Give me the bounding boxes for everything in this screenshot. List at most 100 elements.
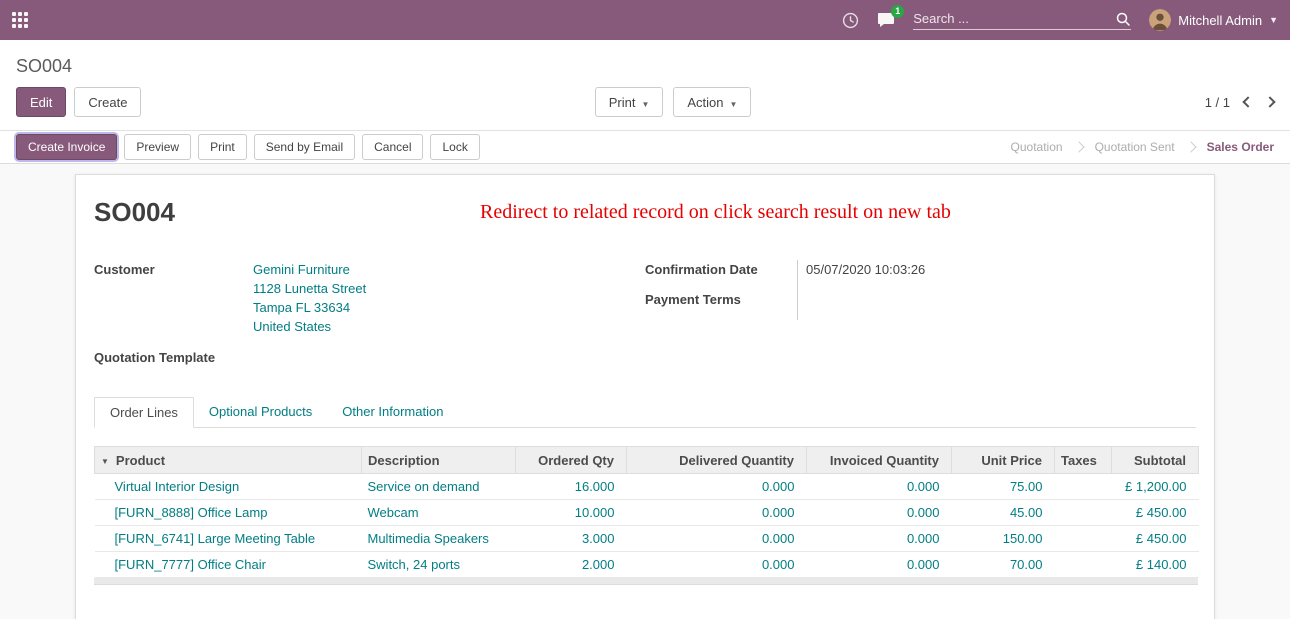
user-menu[interactable]: Mitchell Admin ▼ bbox=[1149, 9, 1278, 31]
cell-ordered-qty[interactable]: 16.000 bbox=[516, 474, 627, 500]
edit-button[interactable]: Edit bbox=[16, 87, 66, 117]
notebook-tabs: Order LinesOptional ProductsOther Inform… bbox=[94, 397, 1196, 428]
cell-unit-price[interactable]: 70.00 bbox=[952, 552, 1055, 578]
status-quotation[interactable]: Quotation bbox=[1011, 140, 1063, 154]
order-line-row[interactable]: [FURN_8888] Office LampWebcam10.0000.000… bbox=[95, 500, 1199, 526]
cell-taxes[interactable] bbox=[1055, 474, 1112, 500]
search-input[interactable] bbox=[913, 11, 1115, 26]
navbar-search bbox=[913, 11, 1131, 30]
cell-subtotal[interactable]: £ 1,200.00 bbox=[1112, 474, 1199, 500]
status-sales-order[interactable]: Sales Order bbox=[1207, 140, 1274, 154]
customer-address-line[interactable]: Tampa FL 33634 bbox=[253, 298, 645, 317]
customer-field-row: Customer Gemini Furniture1128 Lunetta St… bbox=[94, 260, 645, 336]
column-header-subtotal[interactable]: Subtotal bbox=[1112, 447, 1199, 474]
tab-order-lines[interactable]: Order Lines bbox=[94, 397, 194, 428]
cell-subtotal[interactable]: £ 140.00 bbox=[1112, 552, 1199, 578]
statusbar-preview-button[interactable]: Preview bbox=[124, 134, 191, 160]
cell-taxes[interactable] bbox=[1055, 552, 1112, 578]
column-header-invoiced-quantity[interactable]: Invoiced Quantity bbox=[807, 447, 952, 474]
pager-value: 1 / 1 bbox=[1205, 95, 1230, 110]
record-title: SO004 bbox=[94, 197, 175, 228]
control-panel: Edit Create Print ▼ Action▼ 1 / 1 bbox=[0, 87, 1290, 117]
customer-address-line[interactable]: United States bbox=[253, 317, 645, 336]
cell-delivered-quantity[interactable]: 0.000 bbox=[627, 500, 807, 526]
table-footer-strip bbox=[94, 578, 1198, 585]
cell-subtotal[interactable]: £ 450.00 bbox=[1112, 526, 1199, 552]
chevron-down-icon: ▼ bbox=[1269, 15, 1278, 25]
avatar bbox=[1149, 9, 1171, 31]
cell-description[interactable]: Switch, 24 ports bbox=[362, 552, 516, 578]
cell-taxes[interactable] bbox=[1055, 500, 1112, 526]
cell-unit-price[interactable]: 45.00 bbox=[952, 500, 1055, 526]
cell-taxes[interactable] bbox=[1055, 526, 1112, 552]
cell-product[interactable]: [FURN_8888] Office Lamp bbox=[95, 500, 362, 526]
action-dropdown[interactable]: Action▼ bbox=[673, 87, 751, 117]
cell-ordered-qty[interactable]: 3.000 bbox=[516, 526, 627, 552]
activities-clock-icon[interactable] bbox=[842, 12, 859, 29]
statusbar-create-invoice-button[interactable]: Create Invoice bbox=[16, 134, 117, 160]
cp-left-buttons: Edit Create bbox=[16, 87, 141, 117]
chevron-down-icon: ▼ bbox=[641, 100, 649, 109]
statusbar-buttons: Create Invoice Preview Print Send by Email C… bbox=[16, 134, 480, 160]
cell-delivered-quantity[interactable]: 0.000 bbox=[627, 526, 807, 552]
cell-delivered-quantity[interactable]: 0.000 bbox=[627, 474, 807, 500]
breadcrumb-row: SO004 bbox=[0, 40, 1290, 77]
order-line-row[interactable]: [FURN_7777] Office ChairSwitch, 24 ports… bbox=[95, 552, 1199, 578]
cell-invoiced-quantity[interactable]: 0.000 bbox=[807, 526, 952, 552]
order-line-row[interactable]: Virtual Interior DesignService on demand… bbox=[95, 474, 1199, 500]
print-dropdown-label: Print bbox=[609, 95, 636, 110]
cell-invoiced-quantity[interactable]: 0.000 bbox=[807, 500, 952, 526]
statusbar-arrow-separator-icon bbox=[1073, 141, 1084, 152]
cell-invoiced-quantity[interactable]: 0.000 bbox=[807, 552, 952, 578]
status-quotation-sent[interactable]: Quotation Sent bbox=[1095, 140, 1175, 154]
customer-value[interactable]: Gemini Furniture1128 Lunetta StreetTampa… bbox=[253, 260, 645, 336]
print-dropdown[interactable]: Print ▼ bbox=[595, 87, 664, 117]
cell-unit-price[interactable]: 150.00 bbox=[952, 526, 1055, 552]
column-header-taxes[interactable]: Taxes bbox=[1055, 447, 1112, 474]
cell-product[interactable]: Virtual Interior Design bbox=[95, 474, 362, 500]
customer-address-line[interactable]: 1128 Lunetta Street bbox=[253, 279, 645, 298]
pager-previous-icon[interactable] bbox=[1242, 96, 1253, 107]
statusbar-cancel-button[interactable]: Cancel bbox=[362, 134, 423, 160]
right-field-group: Confirmation Date 05/07/2020 10:03:26 Pa… bbox=[645, 260, 1196, 367]
quotation-template-label: Quotation Template bbox=[94, 348, 253, 367]
tab-optional-products[interactable]: Optional Products bbox=[194, 397, 327, 427]
apps-menu-icon[interactable] bbox=[12, 12, 28, 28]
create-button[interactable]: Create bbox=[74, 87, 141, 117]
sale-order-sheet: SO004 Redirect to related record on clic… bbox=[75, 174, 1215, 619]
cell-product[interactable]: [FURN_7777] Office Chair bbox=[95, 552, 362, 578]
breadcrumb: SO004 bbox=[16, 56, 72, 76]
sheet-header: SO004 Redirect to related record on clic… bbox=[94, 197, 1196, 228]
pager-next-icon[interactable] bbox=[1264, 96, 1275, 107]
quotation-template-field-row: Quotation Template bbox=[94, 348, 645, 367]
statusbar-send-by-email-button[interactable]: Send by Email bbox=[254, 134, 355, 160]
quotation-template-value[interactable] bbox=[253, 348, 645, 367]
field-groups: Customer Gemini Furniture1128 Lunetta St… bbox=[94, 260, 1196, 367]
cell-invoiced-quantity[interactable]: 0.000 bbox=[807, 474, 952, 500]
column-header-unit-price[interactable]: Unit Price bbox=[952, 447, 1055, 474]
totals-section: Untaxed Amount: £ 2,240.00 bbox=[94, 617, 1198, 619]
cell-description[interactable]: Webcam bbox=[362, 500, 516, 526]
cell-description[interactable]: Service on demand bbox=[362, 474, 516, 500]
payment-terms-value[interactable] bbox=[797, 290, 1196, 320]
cell-ordered-qty[interactable]: 10.000 bbox=[516, 500, 627, 526]
column-header-delivered-quantity[interactable]: Delivered Quantity bbox=[627, 447, 807, 474]
cell-subtotal[interactable]: £ 450.00 bbox=[1112, 500, 1199, 526]
column-header-ordered-qty[interactable]: Ordered Qty bbox=[516, 447, 627, 474]
order-lines-table: ▼ProductDescriptionOrdered QtyDelivered … bbox=[94, 446, 1199, 578]
messages-icon[interactable]: 1 bbox=[877, 12, 895, 28]
statusbar-lock-button[interactable]: Lock bbox=[430, 134, 479, 160]
cell-ordered-qty[interactable]: 2.000 bbox=[516, 552, 627, 578]
cell-description[interactable]: Multimedia Speakers bbox=[362, 526, 516, 552]
cell-unit-price[interactable]: 75.00 bbox=[952, 474, 1055, 500]
statusbar: Create Invoice Preview Print Send by Email C… bbox=[0, 130, 1290, 164]
customer-name-link[interactable]: Gemini Furniture bbox=[253, 260, 645, 279]
order-line-row[interactable]: [FURN_6741] Large Meeting TableMultimedi… bbox=[95, 526, 1199, 552]
column-header-description[interactable]: Description bbox=[362, 447, 516, 474]
cell-product[interactable]: [FURN_6741] Large Meeting Table bbox=[95, 526, 362, 552]
tab-other-information[interactable]: Other Information bbox=[327, 397, 458, 427]
search-icon[interactable] bbox=[1115, 11, 1131, 27]
statusbar-print-button[interactable]: Print bbox=[198, 134, 247, 160]
column-header-product[interactable]: ▼Product bbox=[95, 447, 362, 474]
cell-delivered-quantity[interactable]: 0.000 bbox=[627, 552, 807, 578]
